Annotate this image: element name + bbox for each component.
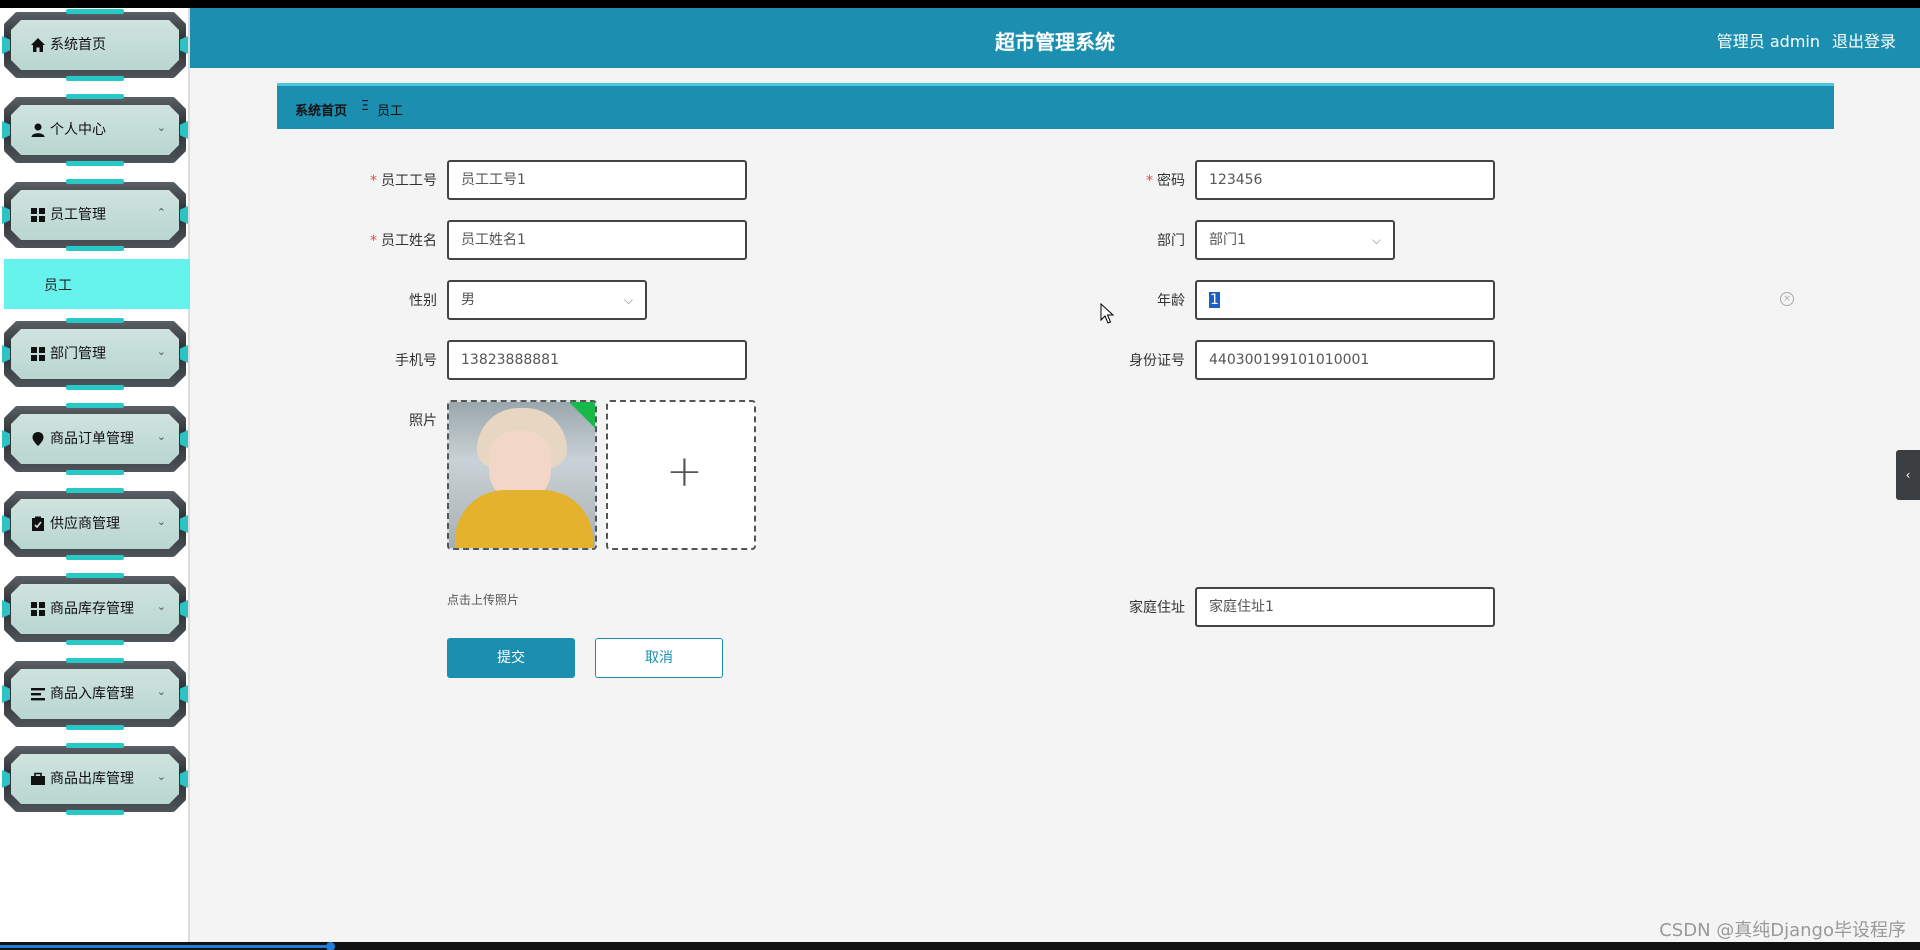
id-card-label: 身份证号 bbox=[1129, 353, 1185, 369]
chevron-down-icon: ⌄ bbox=[156, 770, 166, 783]
password-label: * 密码 bbox=[1146, 173, 1185, 189]
clear-icon[interactable]: × bbox=[1780, 292, 1794, 306]
submit-button[interactable]: 提交 bbox=[447, 638, 575, 678]
sidebar-item-label: 商品出库管理 bbox=[50, 771, 134, 787]
breadcrumb-current: 员工 bbox=[377, 104, 404, 119]
grid-icon bbox=[31, 208, 45, 222]
sidebar-item-stock-out-mgmt[interactable]: 商品出库管理 ⌄ bbox=[2, 743, 188, 815]
app-frame: 系统首页 个人中心 ⌄ 员工管理 ⌃ 员工 部门管理 ⌄ 商品订单管理 ⌄ 供应… bbox=[0, 8, 1920, 942]
sidebar-item-order-mgmt[interactable]: 商品订单管理 ⌄ bbox=[2, 403, 188, 475]
grid-icon bbox=[31, 347, 45, 361]
phone-label: 手机号 bbox=[395, 353, 437, 369]
department-value: 部门1 bbox=[1209, 232, 1246, 248]
employee-no-input[interactable]: 员工工号1 bbox=[447, 160, 747, 200]
sidebar: 系统首页 个人中心 ⌄ 员工管理 ⌃ 员工 部门管理 ⌄ 商品订单管理 ⌄ 供应… bbox=[0, 8, 190, 942]
chevron-down-icon: ⌄ bbox=[156, 345, 166, 358]
home-icon bbox=[31, 38, 45, 52]
sidebar-item-label: 系统首页 bbox=[50, 37, 106, 53]
grid-icon bbox=[31, 602, 45, 616]
collapse-panel-button[interactable]: ‹ bbox=[1896, 450, 1920, 500]
top-header: 超市管理系统 管理员 admin 退出登录 bbox=[190, 8, 1920, 68]
photo-label: 照片 bbox=[409, 413, 437, 429]
sidebar-item-label: 员工管理 bbox=[50, 207, 106, 223]
sidebar-item-label: 部门管理 bbox=[50, 346, 106, 362]
sidebar-item-label: 商品入库管理 bbox=[50, 686, 134, 702]
chevron-down-icon: ⌄ bbox=[156, 685, 166, 698]
sidebar-item-inventory-mgmt[interactable]: 商品库存管理 ⌄ bbox=[2, 573, 188, 645]
list-icon bbox=[31, 688, 45, 701]
sidebar-item-personal[interactable]: 个人中心 ⌄ bbox=[2, 94, 188, 166]
breadcrumb-home[interactable]: 系统首页 bbox=[295, 100, 347, 119]
breadcrumb: 系统首页 Ξ 员工 bbox=[277, 83, 1834, 129]
sidebar-item-stock-in-mgmt[interactable]: 商品入库管理 ⌄ bbox=[2, 658, 188, 730]
mouse-cursor-icon bbox=[1100, 303, 1114, 324]
gender-select[interactable]: 男 ⌵ bbox=[447, 280, 647, 320]
department-label: 部门 bbox=[1157, 233, 1185, 249]
chevron-down-icon: ⌄ bbox=[156, 515, 166, 528]
upload-hint: 点击上传照片 bbox=[447, 593, 520, 607]
pin-icon bbox=[32, 432, 44, 446]
age-input[interactable]: 1 bbox=[1195, 280, 1495, 320]
sidebar-item-home[interactable]: 系统首页 bbox=[2, 9, 188, 81]
employee-name-input[interactable]: 员工姓名1 bbox=[447, 220, 747, 260]
breadcrumb-separator: Ξ bbox=[361, 99, 370, 114]
sidebar-subitem-employee[interactable]: 员工 bbox=[4, 259, 190, 309]
password-input[interactable]: 123456 bbox=[1195, 160, 1495, 200]
phone-input[interactable]: 13823888881 bbox=[447, 340, 747, 380]
address-label: 家庭住址 bbox=[1129, 600, 1185, 616]
chevron-down-icon: ⌵ bbox=[623, 293, 633, 307]
sidebar-item-department-mgmt[interactable]: 部门管理 ⌄ bbox=[2, 318, 188, 390]
sidebar-item-supplier-mgmt[interactable]: 供应商管理 ⌄ bbox=[2, 488, 188, 560]
sidebar-item-employee-mgmt[interactable]: 员工管理 ⌃ bbox=[2, 179, 188, 251]
clipboard-icon bbox=[32, 516, 44, 531]
watermark: CSDN @真纯Django毕设程序 bbox=[1659, 920, 1906, 941]
chevron-down-icon: ⌄ bbox=[156, 430, 166, 443]
current-user: 管理员 admin bbox=[1716, 32, 1820, 51]
chevron-down-icon: ⌄ bbox=[156, 121, 166, 134]
logout-link[interactable]: 退出登录 bbox=[1832, 28, 1896, 52]
upload-photo-button[interactable]: + bbox=[606, 400, 756, 550]
sidebar-item-label: 商品订单管理 bbox=[50, 431, 134, 447]
app-title: 超市管理系统 bbox=[995, 30, 1115, 54]
chevron-down-icon: ⌄ bbox=[156, 600, 166, 613]
age-label: 年龄 bbox=[1157, 293, 1185, 309]
employee-name-label: * 员工姓名 bbox=[370, 233, 437, 249]
briefcase-icon bbox=[31, 772, 45, 785]
progress-handle[interactable] bbox=[326, 942, 335, 950]
address-input[interactable]: 家庭住址1 bbox=[1195, 587, 1495, 627]
department-select[interactable]: 部门1 ⌵ bbox=[1195, 220, 1395, 260]
sidebar-subitem-label: 员工 bbox=[44, 278, 72, 294]
chevron-up-icon: ⌃ bbox=[156, 206, 166, 219]
plus-icon: + bbox=[666, 446, 703, 497]
uploaded-photo[interactable] bbox=[447, 400, 597, 550]
age-value: 1 bbox=[1209, 292, 1220, 308]
chevron-down-icon: ⌵ bbox=[1371, 233, 1381, 247]
id-card-input[interactable]: 440300199101010001 bbox=[1195, 340, 1495, 380]
gender-label: 性别 bbox=[409, 293, 437, 309]
sidebar-item-label: 供应商管理 bbox=[50, 516, 120, 532]
sidebar-item-label: 商品库存管理 bbox=[50, 601, 134, 617]
video-progress-bar[interactable] bbox=[0, 942, 1920, 950]
user-icon bbox=[31, 123, 45, 137]
employee-no-label: * 员工工号 bbox=[370, 173, 437, 189]
gender-value: 男 bbox=[461, 292, 475, 308]
sidebar-item-label: 个人中心 bbox=[50, 122, 106, 138]
cancel-button[interactable]: 取消 bbox=[595, 638, 723, 678]
